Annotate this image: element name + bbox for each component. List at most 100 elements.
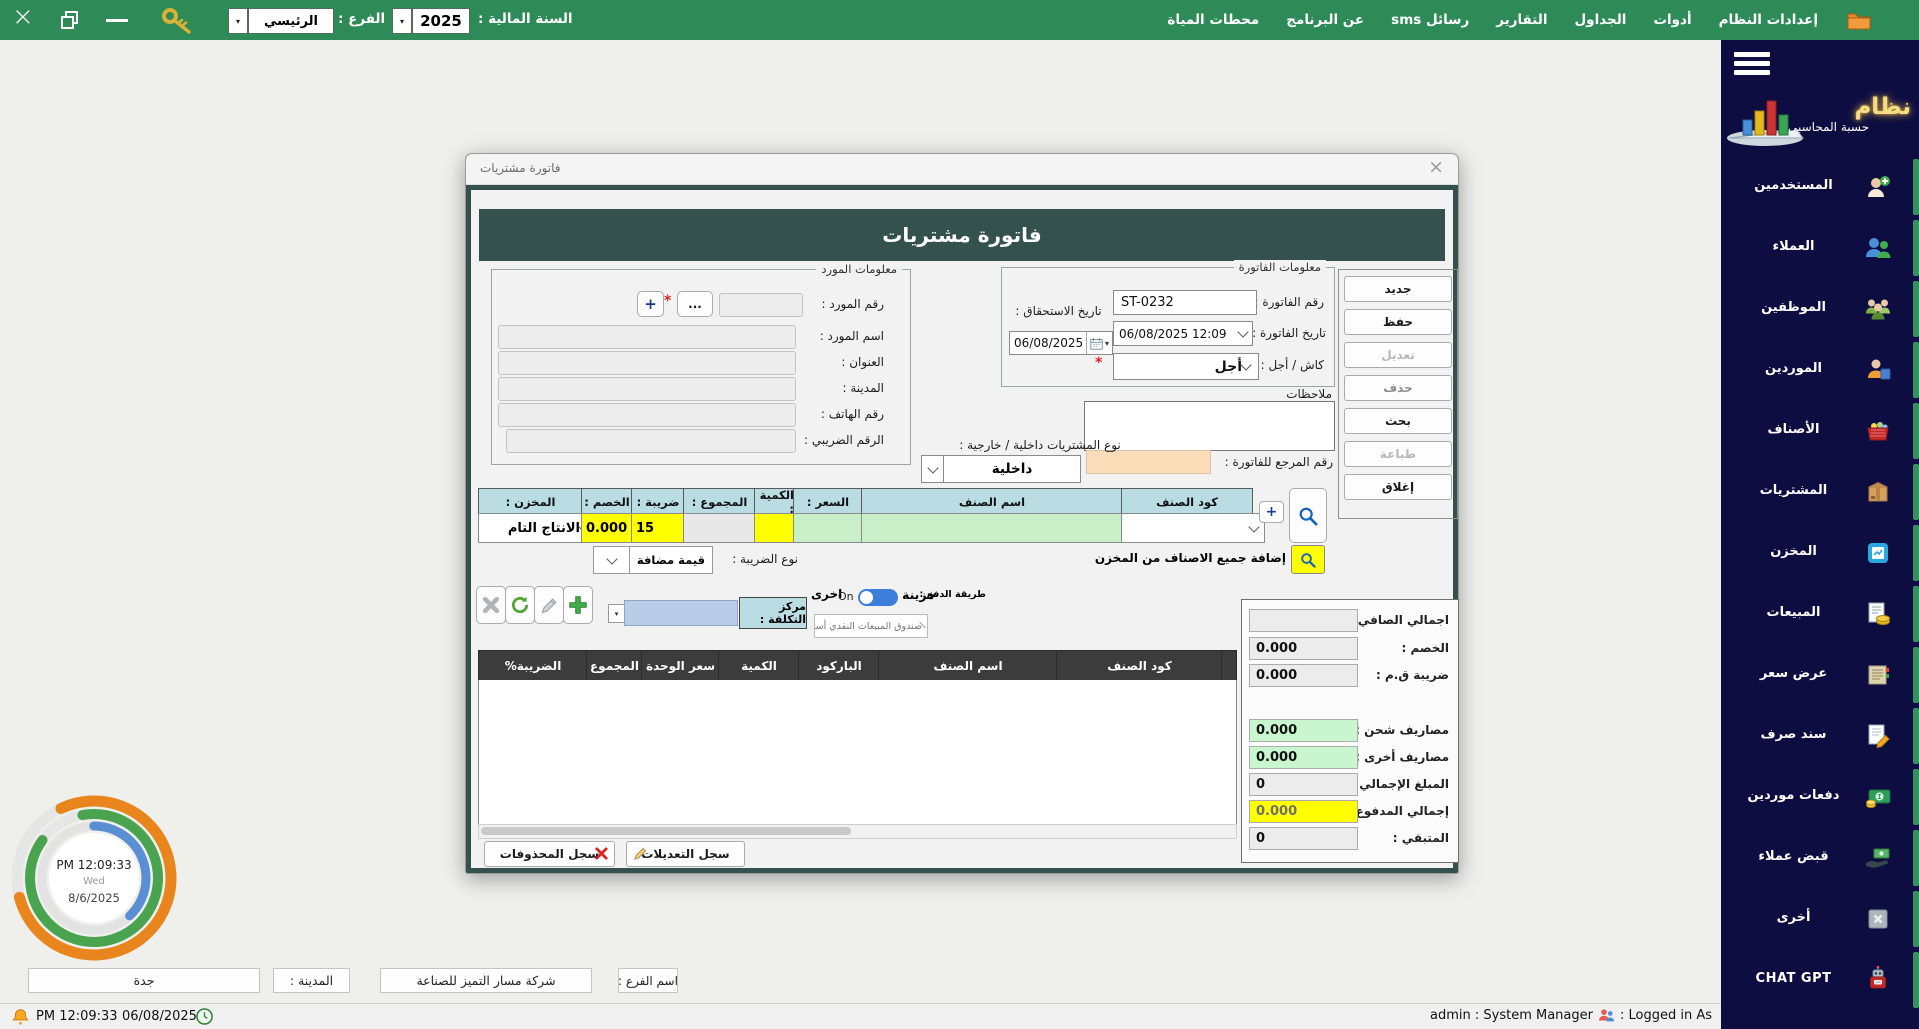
- supplier-city-field[interactable]: [498, 377, 796, 401]
- close-button[interactable]: إغلاق: [1344, 474, 1452, 500]
- entry-total-cell[interactable]: [683, 513, 756, 543]
- grid-col-total: المجموع: [586, 650, 643, 682]
- row-refresh-button[interactable]: [505, 586, 535, 624]
- supplier-phone-field[interactable]: [498, 403, 796, 427]
- entry-code-select[interactable]: [1121, 513, 1265, 543]
- hamburger-menu-icon[interactable]: [1734, 52, 1770, 75]
- deleted-log-button[interactable]: سجل المحذوفات: [484, 841, 615, 867]
- vat-total-value[interactable]: 0.000: [1249, 664, 1358, 687]
- delete-button[interactable]: حذف: [1344, 375, 1452, 401]
- supplier-address-label: العنوان :: [806, 355, 884, 369]
- menu-item-water-stations[interactable]: محطات المياة: [1167, 12, 1259, 28]
- purchase-type-field[interactable]: داخلية: [943, 455, 1081, 483]
- minimize-window-icon[interactable]: [106, 19, 128, 22]
- menu-item-tables[interactable]: الجداول: [1574, 12, 1626, 28]
- add-all-search-button[interactable]: [1291, 545, 1325, 574]
- row-add-button[interactable]: [563, 586, 593, 624]
- grid-col-code: كود الصنف: [1056, 650, 1223, 682]
- ref-no-field[interactable]: [1086, 450, 1211, 474]
- invoice-no-field[interactable]: ST-0232: [1113, 290, 1257, 315]
- sidebar-item-sales[interactable]: المبيعات: [1721, 586, 1919, 642]
- tax-type-field[interactable]: قيمة مضافة: [629, 546, 713, 574]
- supplier-phone-label: رقم الهاتف :: [806, 407, 884, 421]
- sidebar-item-chatgpt[interactable]: CHAT GPT: [1721, 952, 1919, 1008]
- sidebar-item-purchases[interactable]: المشتريات: [1721, 464, 1919, 520]
- entry-warehouse-select[interactable]: الانتاج التام: [478, 513, 595, 543]
- row-edit-button[interactable]: [534, 586, 564, 624]
- scrollbar-thumb[interactable]: [481, 827, 851, 835]
- edit-button[interactable]: تعديل: [1344, 342, 1452, 368]
- discount-total-value[interactable]: 0.000: [1249, 637, 1358, 660]
- close-window-icon[interactable]: ×: [12, 2, 34, 32]
- menu-item-system-settings[interactable]: إعدادات النظام: [1719, 12, 1818, 28]
- sidebar-item-clients[interactable]: العملاء: [1721, 220, 1919, 276]
- sidebar-item-employees[interactable]: الموظفين: [1721, 281, 1919, 337]
- grid-body[interactable]: [478, 680, 1237, 825]
- sidebar-item-suppliers[interactable]: الموردين: [1721, 342, 1919, 398]
- cost-center-arrow[interactable]: ▾: [608, 604, 625, 623]
- sidebar-item-supplier-payments[interactable]: دفعات موردين: [1721, 769, 1919, 825]
- other-expenses-value[interactable]: 0.000: [1249, 746, 1358, 769]
- app-window: × ▾ الرئيسي الفرع : ▾ 2025 السنة المالية…: [0, 0, 1919, 1029]
- fiscal-year-select[interactable]: 2025: [412, 8, 470, 34]
- sidebar-item-warehouse[interactable]: المخزن: [1721, 525, 1919, 581]
- bell-icon[interactable]: [12, 1008, 29, 1025]
- status-logged-text: : Logged in As: [1620, 1008, 1712, 1023]
- entry-name-cell[interactable]: [861, 513, 1123, 543]
- cost-center-field[interactable]: [624, 600, 738, 626]
- shipping-label: مصاريف شحن :: [1346, 723, 1449, 737]
- sidebar-item-items[interactable]: الأصناف: [1721, 403, 1919, 459]
- sidebar-item-payment-voucher[interactable]: سند صرف: [1721, 708, 1919, 764]
- branch-select-arrow[interactable]: ▾: [228, 8, 248, 34]
- cashbox-select[interactable]: صندوق المبيعات النقدي أستك: [814, 614, 928, 638]
- terms-required-mark: *: [1095, 355, 1102, 371]
- fiscal-year-arrow[interactable]: ▾: [392, 8, 412, 34]
- search-button[interactable]: بحث: [1344, 408, 1452, 434]
- save-button[interactable]: حفظ: [1344, 309, 1452, 335]
- clock-date: 8/6/2025: [8, 891, 180, 905]
- branch-select[interactable]: الرئيسي: [248, 8, 334, 34]
- paid-total-value[interactable]: 0.000: [1249, 800, 1358, 823]
- supplier-add-button[interactable]: +: [637, 291, 664, 317]
- dialog-close-icon[interactable]: ×: [1428, 156, 1444, 178]
- entry-add-button[interactable]: +: [1259, 501, 1284, 523]
- supplier-tax-field[interactable]: [506, 429, 796, 453]
- menu-item-reports[interactable]: التقارير: [1496, 12, 1547, 28]
- menu-item-sms[interactable]: رسائل sms: [1391, 12, 1469, 28]
- sidebar-item-customer-receipts[interactable]: قبض عملاء: [1721, 830, 1919, 886]
- employees-icon: [1865, 296, 1891, 322]
- sidebar-item-users[interactable]: المستخدمين: [1721, 159, 1919, 215]
- invoice-date-field[interactable]: 06/08/2025 12:09: [1113, 321, 1253, 346]
- entry-search-button[interactable]: [1289, 488, 1327, 543]
- add-all-items-label[interactable]: إضافة جميع الاصناف من المخزن: [1126, 551, 1286, 565]
- terms-field[interactable]: أجل: [1113, 353, 1259, 380]
- grid-hscrollbar[interactable]: [478, 824, 1237, 839]
- entry-qty-cell[interactable]: [754, 513, 795, 543]
- print-button[interactable]: طباعة: [1344, 441, 1452, 467]
- item-accent-bar: [1913, 952, 1919, 1008]
- item-accent-bar: [1913, 769, 1919, 825]
- menu-item-about[interactable]: عن البرنامج: [1286, 12, 1364, 28]
- entry-price-cell[interactable]: [793, 513, 863, 543]
- row-delete-button[interactable]: [476, 586, 506, 624]
- payment-toggle[interactable]: [858, 589, 898, 606]
- edits-log-button[interactable]: سجل التعديلات: [626, 841, 745, 867]
- tax-type-arrow[interactable]: [593, 546, 631, 574]
- key-icon[interactable]: [160, 6, 194, 34]
- supplier-browse-button[interactable]: ...: [677, 291, 713, 317]
- purchase-type-arrow[interactable]: [921, 455, 945, 483]
- supplier-name-field[interactable]: [498, 325, 796, 349]
- sidebar-item-other[interactable]: أخرى: [1721, 891, 1919, 947]
- due-date-field[interactable]: 06/08/2025 ▾: [1009, 331, 1113, 355]
- menu-item-tools[interactable]: أدوات: [1653, 12, 1691, 28]
- sidebar-item-price-quote[interactable]: عرض سعر: [1721, 647, 1919, 703]
- supplier-address-field[interactable]: [498, 351, 796, 375]
- supplier-no-field[interactable]: [719, 293, 803, 317]
- dialog-title-bar[interactable]: فاتورة مشتريات ×: [466, 154, 1458, 185]
- chevron-down-icon: [1248, 521, 1259, 532]
- shipping-value[interactable]: 0.000: [1249, 719, 1358, 742]
- restore-window-icon[interactable]: [60, 10, 80, 30]
- invoice-date-value: 06/08/2025 12:09: [1119, 327, 1239, 341]
- new-button[interactable]: جديد: [1344, 276, 1452, 302]
- calendar-icon[interactable]: ▾: [1086, 332, 1112, 354]
